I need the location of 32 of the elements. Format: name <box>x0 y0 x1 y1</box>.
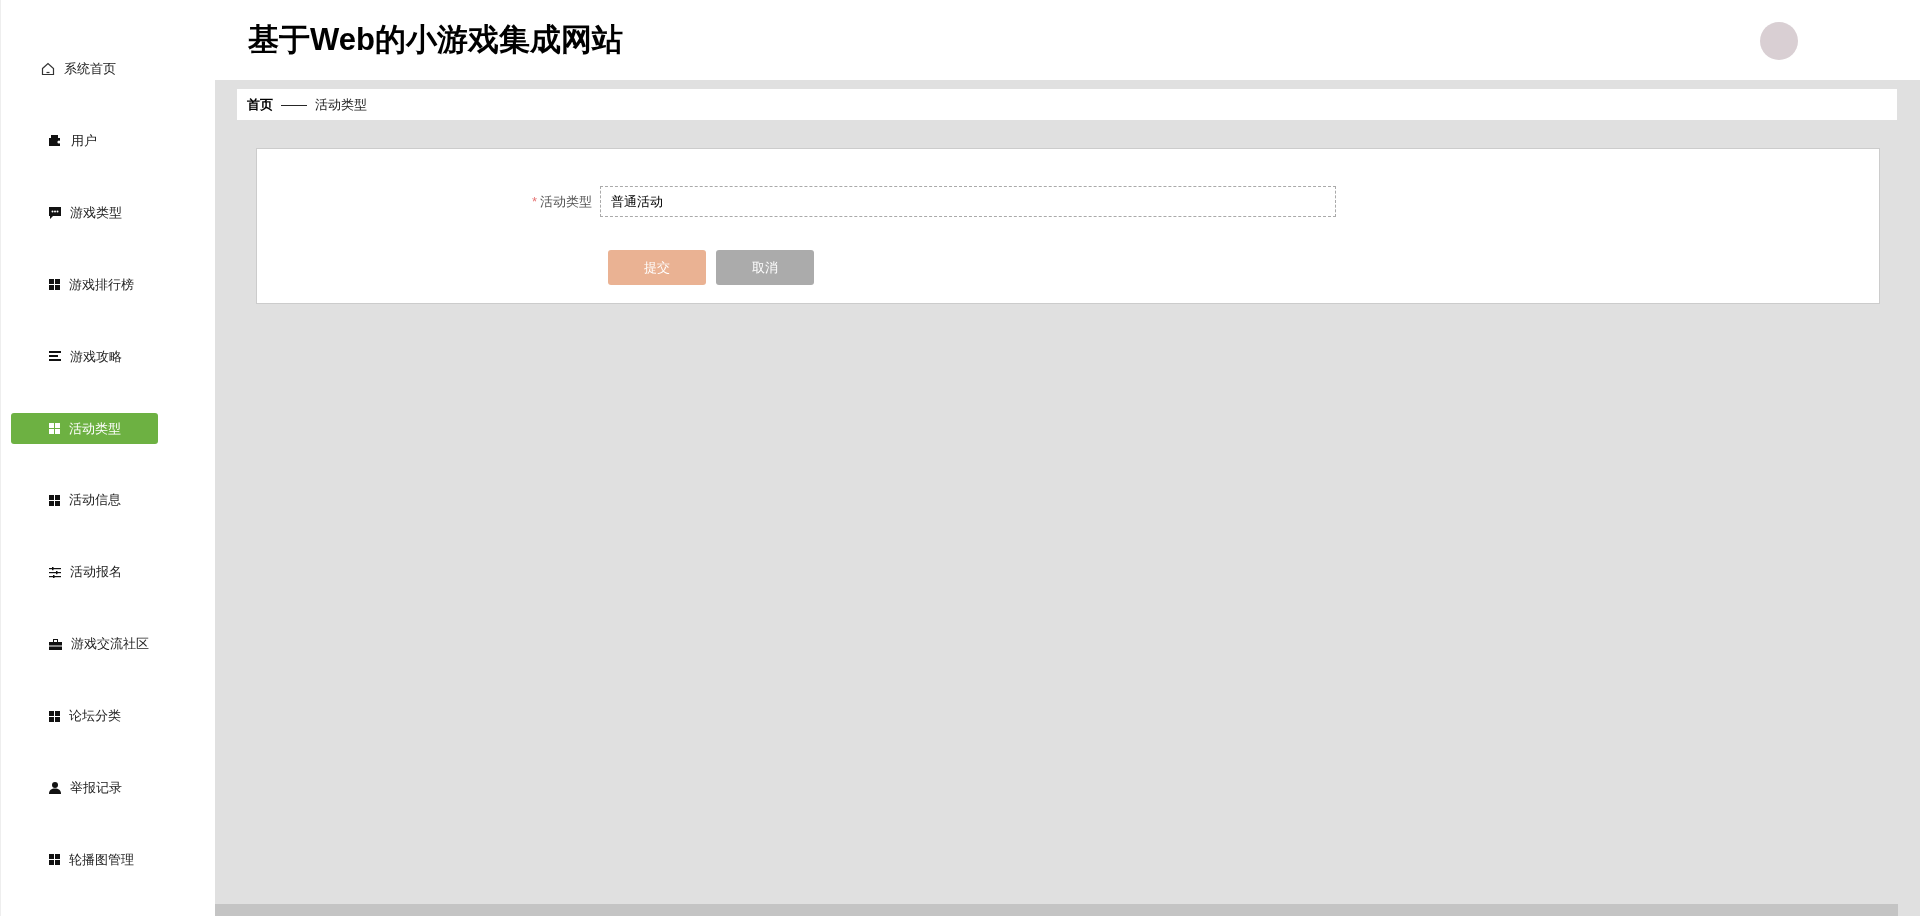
grid-icon <box>49 422 60 434</box>
sidebar-item[interactable]: 举报记录 <box>11 772 158 804</box>
breadcrumb-separator: —— <box>281 95 307 114</box>
sidebar-item[interactable]: 游戏类型 <box>11 196 158 229</box>
avatar-icon[interactable] <box>1760 22 1798 60</box>
field-label: 活动类型 <box>540 192 592 211</box>
grid-icon <box>49 710 60 722</box>
list-icon <box>49 351 61 362</box>
sidebar-item[interactable]: 轮播图管理 <box>11 844 158 876</box>
grid-icon <box>49 854 60 866</box>
sidebar-item[interactable]: 活动报名 <box>11 556 158 588</box>
grid-icon <box>49 494 60 506</box>
breadcrumb-current: 活动类型 <box>315 95 367 114</box>
sidebar-item[interactable]: 游戏攻略 <box>11 340 158 373</box>
sliders-icon <box>49 566 61 578</box>
chat-icon <box>49 206 61 219</box>
sidebar-item[interactable]: 游戏交流社区 <box>11 628 158 660</box>
horizontal-scrollbar[interactable] <box>215 904 1898 916</box>
sidebar-item[interactable]: 系统首页 <box>11 53 158 85</box>
wallet-icon <box>49 135 62 147</box>
home-icon <box>41 61 55 76</box>
grid-icon <box>49 278 60 290</box>
sidebar-item[interactable]: 游戏排行榜 <box>11 268 158 301</box>
person-icon <box>49 781 61 794</box>
required-mark: * <box>531 192 537 211</box>
sidebar-item[interactable]: 论坛分类 <box>11 700 158 732</box>
input-field[interactable]: 普通活动 <box>600 186 1336 217</box>
sidebar-item[interactable]: 活动信息 <box>11 484 158 516</box>
briefcase-icon <box>49 638 62 650</box>
site-title: 基于Web的小游戏集成网站 <box>248 20 623 59</box>
sidebar-item[interactable]: 用户 <box>11 124 158 157</box>
breadcrumb-link[interactable]: 首页 <box>247 94 273 115</box>
